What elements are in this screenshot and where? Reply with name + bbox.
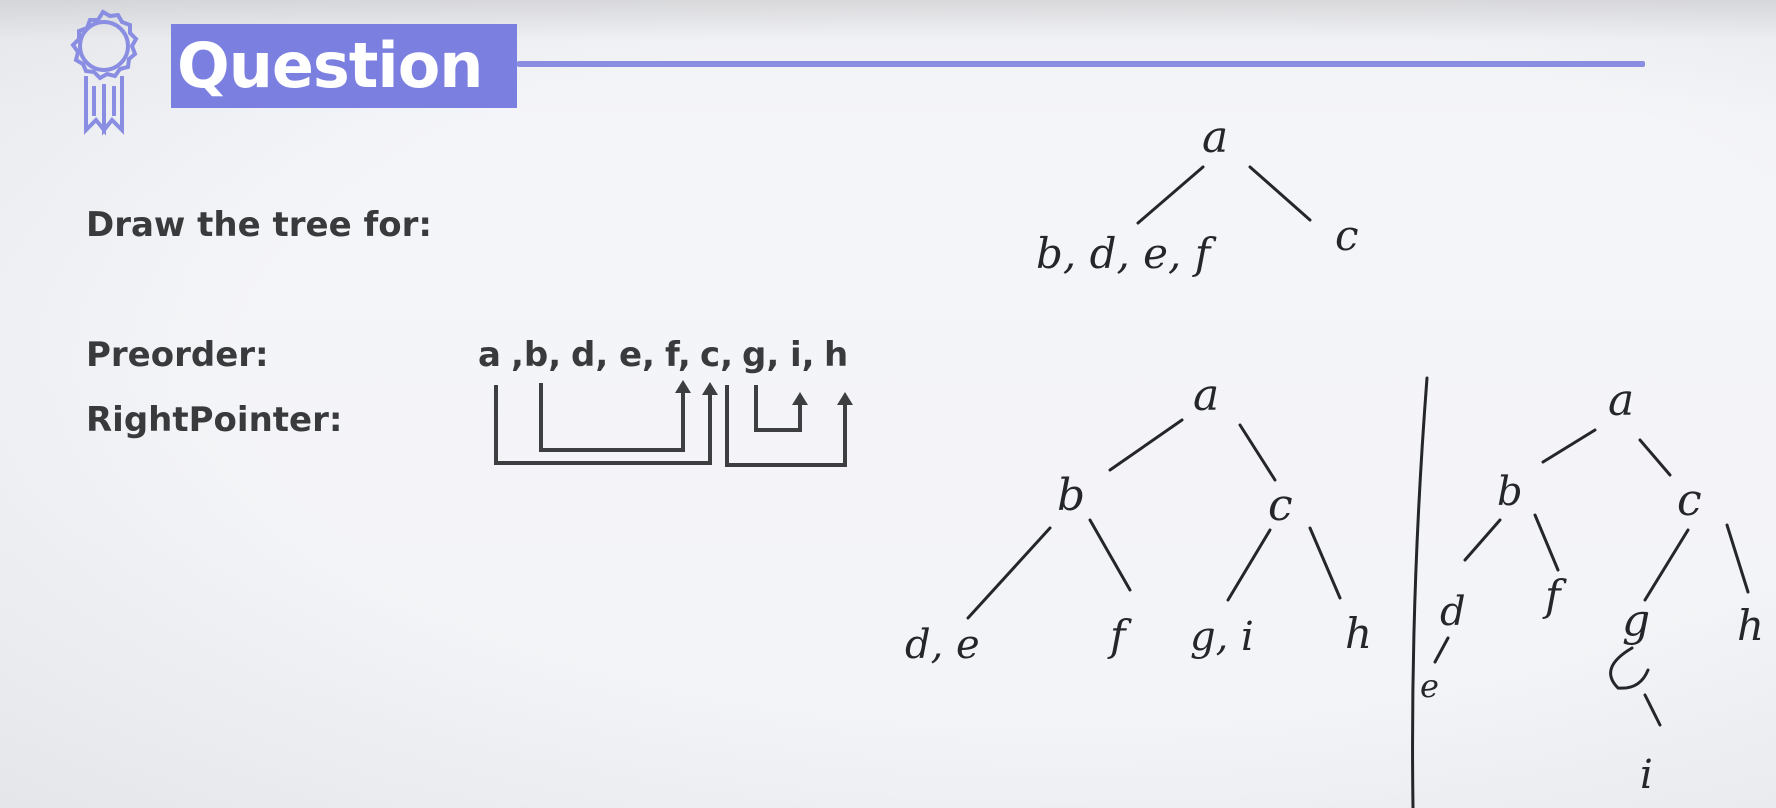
tree2-bl: d, e xyxy=(905,622,980,668)
tree3-h: h xyxy=(1737,601,1764,650)
tree-3: a b c d e f g i h xyxy=(1420,375,1764,798)
tree3-e: e xyxy=(1420,667,1439,705)
handwritten-trees: a b, d, e, f c a b c d, e f g, i h a b c… xyxy=(905,112,1764,808)
tree3-f: f xyxy=(1542,571,1567,620)
tree2-br: f xyxy=(1107,611,1132,660)
tree2-c: c xyxy=(1268,480,1293,531)
tree3-root: a xyxy=(1608,375,1634,426)
tree2-b: b xyxy=(1057,470,1085,521)
tree2-cl: g, i xyxy=(1190,614,1254,660)
tree3-c: c xyxy=(1677,475,1702,526)
tree1-root: a xyxy=(1202,112,1228,163)
tree-1: a b, d, e, f c xyxy=(1036,112,1359,278)
tree-divider xyxy=(1411,376,1429,808)
tree-2: a b c d, e f g, i h xyxy=(905,370,1372,668)
tree3-g: g xyxy=(1622,595,1650,646)
tree2-root: a xyxy=(1193,370,1219,421)
tree1-right: c xyxy=(1335,211,1359,260)
tree3-i: i xyxy=(1640,752,1653,798)
tree1-left: b, d, e, f xyxy=(1036,229,1217,278)
tree3-d: d xyxy=(1440,589,1466,635)
tree2-cr: h xyxy=(1345,609,1372,658)
tree3-b: b xyxy=(1497,469,1523,515)
